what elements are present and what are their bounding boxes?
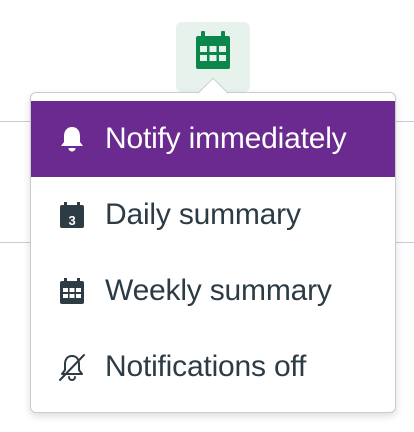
calendar-day-icon: 3 — [55, 198, 89, 232]
menu-item-notifications-off[interactable]: Notifications off — [31, 329, 395, 405]
menu-list: Notify immediately 3 Daily summary Weekl… — [31, 101, 395, 405]
calendar-icon — [194, 30, 232, 76]
menu-item-daily-summary[interactable]: 3 Daily summary — [31, 177, 395, 253]
notification-frequency-menu: Notify immediately 3 Daily summary Weekl… — [30, 77, 396, 413]
menu-item-label: Daily summary — [105, 198, 301, 231]
menu-item-label: Weekly summary — [105, 274, 332, 307]
menu-item-label: Notifications off — [105, 350, 307, 383]
calendar-day-number: 3 — [68, 213, 75, 228]
menu-item-notify-immediately[interactable]: Notify immediately — [31, 101, 395, 177]
bell-icon — [55, 122, 89, 156]
menu-item-label: Notify immediately — [105, 122, 347, 155]
menu-item-weekly-summary[interactable]: Weekly summary — [31, 253, 395, 329]
bell-off-icon — [55, 350, 89, 384]
calendar-week-icon — [55, 274, 89, 308]
